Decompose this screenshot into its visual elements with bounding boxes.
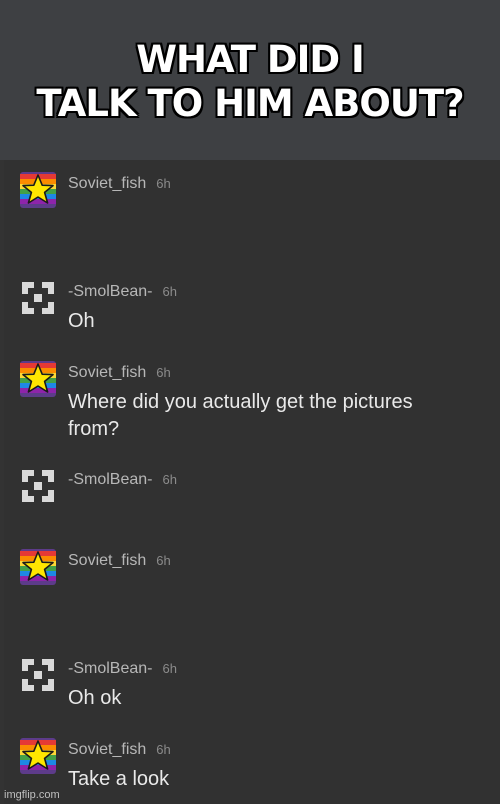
timestamp: 6h bbox=[162, 472, 177, 487]
caption-line-2: TALK TO HIM ABOUT? bbox=[36, 82, 464, 125]
message-meta: Soviet_fish 6h bbox=[68, 741, 171, 759]
message-meta: Soviet_fish 6h bbox=[68, 552, 171, 570]
username[interactable]: Soviet_fish bbox=[68, 175, 146, 192]
message-meta: -SmolBean- 6h bbox=[68, 283, 177, 301]
rainbow-star-avatar-icon[interactable] bbox=[20, 738, 56, 774]
timestamp: 6h bbox=[156, 742, 171, 757]
message-meta: -SmolBean- 6h bbox=[68, 471, 177, 489]
pixel-frame-avatar-icon[interactable] bbox=[20, 657, 56, 693]
meme-caption: WHAT DID I TALK TO HIM ABOUT? bbox=[36, 38, 464, 126]
username[interactable]: -SmolBean- bbox=[68, 283, 152, 300]
username[interactable]: -SmolBean- bbox=[68, 471, 152, 488]
timestamp: 6h bbox=[156, 553, 171, 568]
rainbow-star-avatar-icon[interactable] bbox=[20, 361, 56, 397]
rainbow-star-avatar-icon[interactable] bbox=[20, 172, 56, 208]
username[interactable]: Soviet_fish bbox=[68, 552, 146, 569]
message-meta: Soviet_fish 6h bbox=[68, 364, 171, 382]
message-text: Where did you actually get the pictures … bbox=[68, 391, 413, 440]
timestamp: 6h bbox=[156, 365, 171, 380]
timestamp: 6h bbox=[162, 661, 177, 676]
timestamp: 6h bbox=[162, 284, 177, 299]
timestamp: 6h bbox=[156, 176, 171, 191]
rainbow-star-avatar-icon[interactable] bbox=[20, 549, 56, 585]
message-text: Oh ok bbox=[68, 687, 122, 709]
message-meta: -SmolBean- 6h bbox=[68, 660, 177, 678]
pixel-frame-avatar-icon[interactable] bbox=[20, 280, 56, 316]
message-text: Take a look bbox=[68, 768, 170, 790]
imgflip-watermark: imgflip.com bbox=[4, 789, 60, 801]
username[interactable]: Soviet_fish bbox=[68, 364, 146, 381]
message-text: Oh bbox=[68, 310, 95, 332]
pixel-frame-avatar-icon[interactable] bbox=[20, 468, 56, 504]
meme-caption-banner: WHAT DID I TALK TO HIM ABOUT? bbox=[0, 0, 500, 160]
username[interactable]: -SmolBean- bbox=[68, 660, 152, 677]
message-meta: Soviet_fish 6h bbox=[68, 175, 171, 193]
chat-log: Soviet_fish 6h -SmolBean- 6h Oh Soviet_fis… bbox=[4, 160, 500, 804]
username[interactable]: Soviet_fish bbox=[68, 741, 146, 758]
caption-line-1: WHAT DID I bbox=[136, 38, 365, 81]
